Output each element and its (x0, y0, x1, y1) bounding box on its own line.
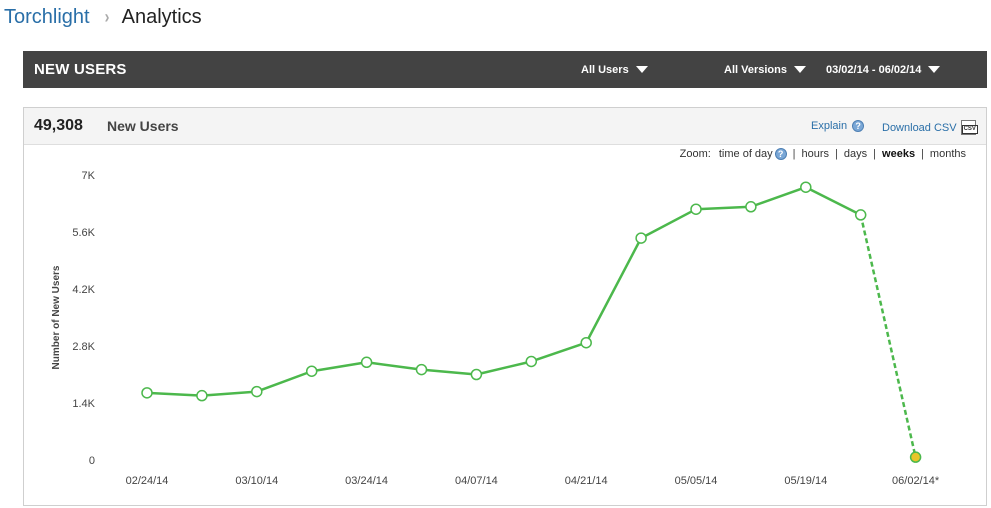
x-tick-label: 06/02/14* (892, 475, 940, 487)
data-point[interactable] (909, 451, 922, 463)
series-line (146, 185, 862, 397)
y-tick-label: 0 (89, 455, 95, 467)
x-tick-label: 05/19/14 (784, 475, 827, 487)
data-point[interactable] (470, 368, 483, 381)
data-point[interactable] (415, 363, 428, 376)
series-partial-line (859, 214, 917, 458)
data-point[interactable] (251, 385, 263, 398)
data-point[interactable] (196, 389, 208, 402)
data-point[interactable] (800, 181, 812, 193)
x-tick-label: 03/10/14 (235, 475, 278, 487)
data-point[interactable] (635, 232, 647, 244)
breadcrumb: Torchlight › Analytics (4, 4, 202, 30)
chart-panel: 49,308 New Users Explain ? Download CSV … (23, 107, 987, 506)
x-tick-label: 05/05/14 (675, 475, 718, 487)
caret-down-icon (928, 66, 941, 73)
y-tick-label: 7K (82, 170, 96, 182)
data-point[interactable] (690, 203, 702, 215)
data-point[interactable] (141, 387, 153, 399)
section-title: NEW USERS (34, 61, 127, 78)
y-tick-label: 5.6K (72, 227, 95, 239)
y-tick-label: 2.8K (72, 341, 95, 353)
users-filter-label: All Users (581, 63, 629, 76)
x-tick-label: 04/21/14 (565, 475, 608, 487)
y-tick-label: 4.2K (72, 284, 95, 296)
y-tick-label: 1.4K (72, 398, 95, 410)
versions-filter-dropdown[interactable]: All Versions (724, 51, 806, 88)
data-point[interactable] (854, 209, 867, 221)
versions-filter-label: All Versions (724, 63, 787, 76)
date-range-dropdown[interactable]: 03/02/14 - 06/02/14 (826, 51, 941, 88)
users-filter-dropdown[interactable]: All Users (581, 51, 648, 88)
breadcrumb-separator-icon: › (104, 6, 110, 27)
data-point[interactable] (305, 365, 318, 377)
x-tick-label: 03/24/14 (345, 475, 388, 487)
x-tick-label: 02/24/14 (126, 475, 169, 487)
caret-down-icon (635, 66, 648, 73)
breadcrumb-app-link[interactable]: Torchlight (4, 6, 90, 29)
x-tick-label: 04/07/14 (455, 475, 498, 487)
section-header: NEW USERS All Users All Versions 03/02/1… (23, 51, 987, 88)
breadcrumb-page-title: Analytics (121, 5, 202, 28)
caret-down-icon (793, 66, 806, 73)
date-range-label: 03/02/14 - 06/02/14 (826, 63, 922, 76)
data-point[interactable] (525, 355, 538, 368)
new-users-line-chart: 0 1.4K 2.8K 4.2K 5.6K 7K Number of New Users 02… (51, 170, 940, 487)
data-point[interactable] (580, 336, 592, 349)
y-axis-label: Number of New Users (51, 265, 62, 369)
data-point[interactable] (745, 201, 757, 213)
data-point[interactable] (360, 356, 373, 369)
